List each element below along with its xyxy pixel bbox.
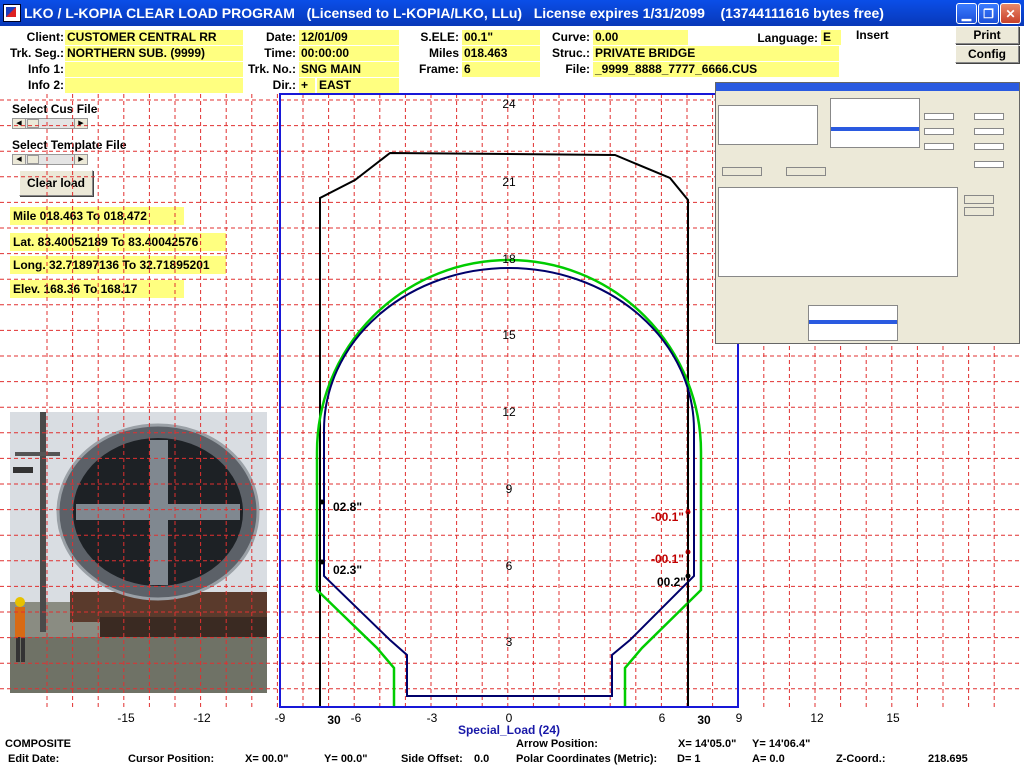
popup-input-2[interactable] xyxy=(924,128,954,135)
popup-input-4[interactable] xyxy=(974,113,1004,120)
popup-button-1[interactable] xyxy=(722,167,762,176)
popup-input-7[interactable] xyxy=(974,161,1004,168)
left-offset-1: 02.8" xyxy=(333,500,362,514)
cursor-x-value: X= 00.0" xyxy=(245,753,289,765)
polar-d-value: D= 1 xyxy=(677,753,701,765)
cursor-position-label: Cursor Position: xyxy=(128,753,215,765)
arrow-x-value: X= 14'05.0" xyxy=(678,738,737,750)
popup-input-5[interactable] xyxy=(974,128,1004,135)
x-tick-neg6: -6 xyxy=(351,711,362,725)
x-tick-6: 6 xyxy=(659,711,666,725)
right-offset-1: -00.1" xyxy=(651,510,684,524)
popup-title-bar xyxy=(716,83,1019,91)
y-tick-24: 24 xyxy=(502,97,516,111)
x-tick-9: 9 xyxy=(736,711,743,725)
arrow-y-value: Y= 14'06.4" xyxy=(752,738,811,750)
popup-log-area[interactable] xyxy=(718,187,958,277)
z-coord-label: Z-Coord.: xyxy=(836,753,886,765)
popup-button-2[interactable] xyxy=(786,167,826,176)
x-tick-neg12: -12 xyxy=(193,711,211,725)
x-tick-12: 12 xyxy=(810,711,824,725)
side-offset-label: Side Offset: xyxy=(401,753,463,765)
popup-button-3[interactable] xyxy=(964,195,994,204)
y-tick-3: 3 xyxy=(506,635,513,649)
y-tick-9: 9 xyxy=(506,482,513,496)
left-marker-2 xyxy=(319,559,325,565)
side-mark-left: 30 xyxy=(327,713,341,727)
popup-input-3[interactable] xyxy=(924,143,954,150)
popup-list-2-selection xyxy=(809,320,897,324)
popup-input-6[interactable] xyxy=(974,143,1004,150)
cursor-y-value: Y= 00.0" xyxy=(324,753,368,765)
x-tick-neg9: -9 xyxy=(275,711,286,725)
right-offset-2: -00.1" xyxy=(651,552,684,566)
preview-popup-window[interactable] xyxy=(715,82,1020,344)
composite-label: COMPOSITE xyxy=(5,738,72,750)
polar-a-value: A= 0.0 xyxy=(752,753,785,765)
side-offset-value: 0.0 xyxy=(474,753,490,765)
z-coord-value: 218.695 xyxy=(928,753,968,765)
y-tick-21: 21 xyxy=(502,175,516,189)
left-offset-2: 02.3" xyxy=(333,563,362,577)
side-mark-right: 30 xyxy=(697,713,711,727)
y-tick-15: 15 xyxy=(502,328,516,342)
popup-button-4[interactable] xyxy=(964,207,994,216)
x-tick-15: 15 xyxy=(886,711,900,725)
x-tick-neg15: -15 xyxy=(117,711,135,725)
structure-outline xyxy=(319,151,689,706)
popup-list-0[interactable] xyxy=(718,105,818,145)
polar-coordinates-label: Polar Coordinates (Metric): xyxy=(516,753,658,765)
y-tick-12: 12 xyxy=(502,405,516,419)
left-marker-1 xyxy=(319,499,325,505)
popup-list-selection xyxy=(831,127,919,131)
popup-list-1[interactable] xyxy=(830,98,920,148)
x-tick-neg3: -3 xyxy=(427,711,438,725)
right-offset-3: 00.2" xyxy=(657,575,686,589)
arrow-position-label: Arrow Position: xyxy=(516,738,598,750)
edit-date-label: Edit Date: xyxy=(8,753,60,765)
y-tick-18: 18 xyxy=(502,252,516,266)
y-tick-6: 6 xyxy=(506,559,513,573)
x-axis-label: Special_Load (24) xyxy=(458,723,560,737)
popup-input-1[interactable] xyxy=(924,113,954,120)
